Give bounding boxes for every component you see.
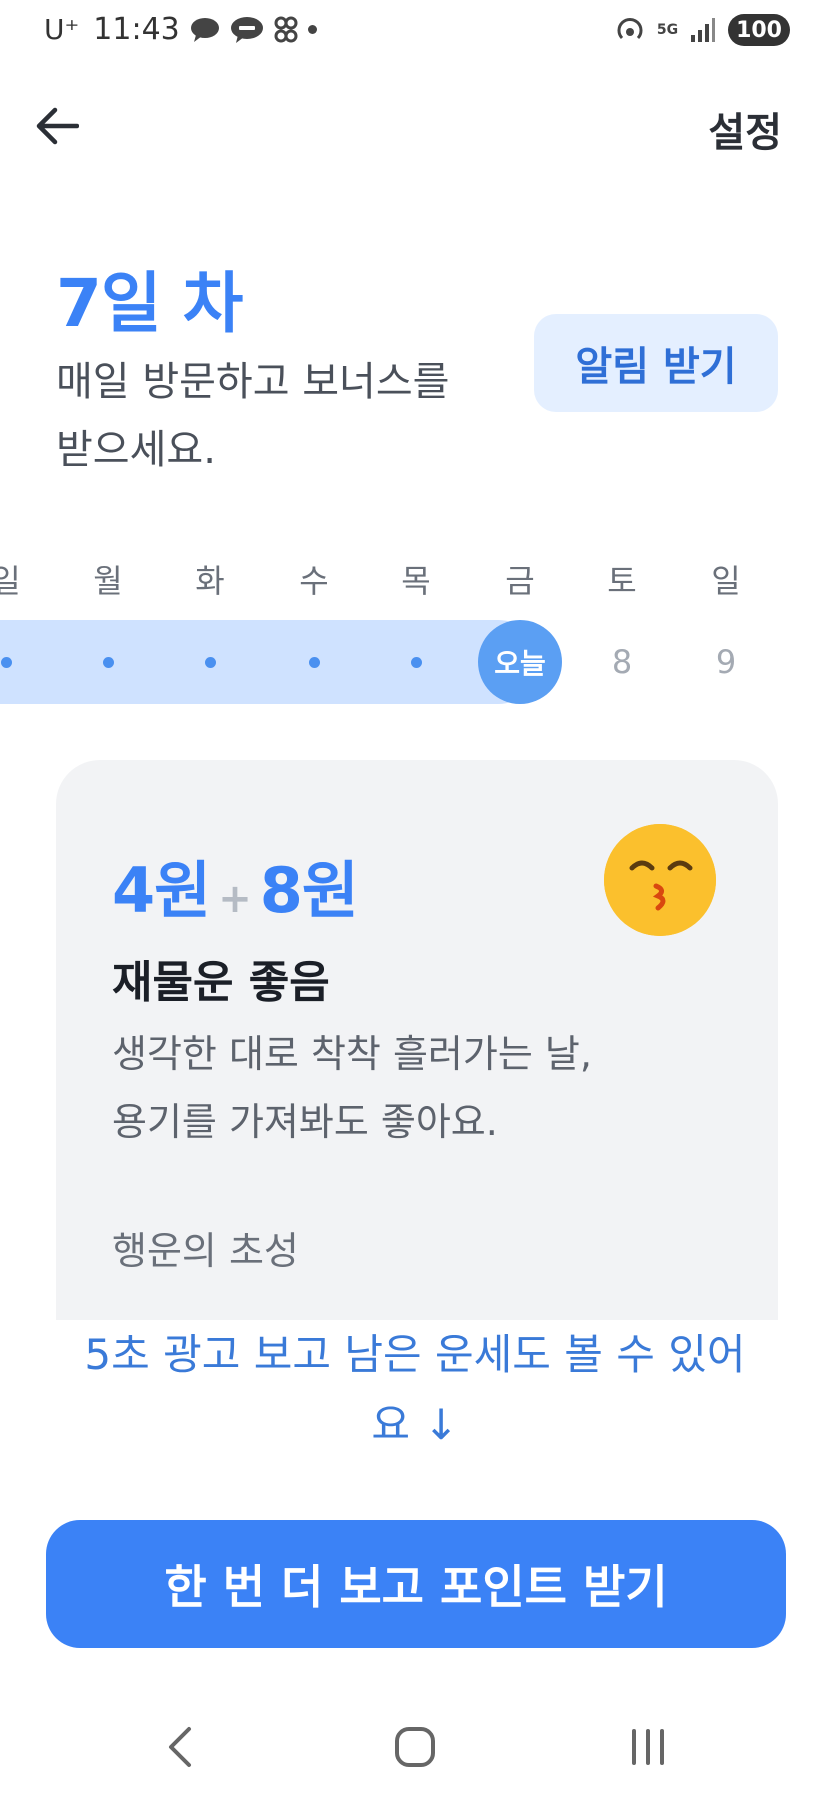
weekday-label: 일 [711, 562, 741, 600]
weekday-label: 목 [401, 562, 431, 600]
hotspot-icon [615, 16, 645, 44]
nav-home-button[interactable] [375, 1712, 455, 1782]
fortune-line: 생각한 대로 착착 흘러가는 날, [112, 1032, 592, 1076]
kakaotalk-icon [230, 16, 264, 44]
lucky-initials-label: 행운의 초성 [112, 1229, 299, 1273]
hero-subtitle: 매일 방문하고 보너스를 받으세요. [56, 359, 450, 473]
settings-button[interactable]: 설정 [708, 100, 782, 158]
network-5g-icon: 5G [657, 23, 678, 37]
today-marker: 오늘 [478, 620, 562, 704]
fortune-description: 생각한 대로 착착 흘러가는 날, 용기를 가져봐도 좋아요. [112, 1020, 712, 1156]
weekday-label: 월 [93, 562, 123, 600]
reward-base: 4원 [112, 854, 211, 927]
reward-bonus: 8원 [259, 854, 359, 927]
carrier-label: U⁺ [44, 13, 80, 46]
status-right: 5G 100 [615, 14, 790, 46]
notify-button[interactable]: 알림 받기 [534, 314, 778, 412]
future-day-number: 8 [611, 643, 633, 681]
day-streak-title: 7일 차 [56, 265, 243, 342]
lucky-initials-value: ㅈㄷ [112, 1298, 193, 1320]
weekday-label: 금 [505, 562, 535, 600]
status-time: 11:43 [93, 12, 180, 47]
nav-back-button[interactable] [140, 1712, 220, 1782]
signal-icon [690, 17, 716, 43]
visited-day-dot [180, 620, 240, 704]
watch-ad-points-button[interactable]: 한 번 더 보고 포인트 받기 [46, 1520, 786, 1648]
visited-day-dot [386, 620, 446, 704]
system-nav-bar [0, 1700, 830, 1798]
week-day-labels: 일 월 화 수 목 금 토 일 [0, 556, 830, 604]
fortune-line: 용기를 가져봐도 좋아요. [112, 1100, 498, 1144]
more-dot-icon [307, 25, 317, 34]
fortune-card: 4원 + 8원 재물운 좋음 생각한 대로 착착 흘러가는 날, 용기를 가져봐… [56, 760, 778, 1320]
future-day-number: 9 [715, 643, 737, 681]
status-left: U⁺ 11:43 [44, 12, 317, 47]
visited-day-dot [0, 620, 36, 704]
fortune-title: 재물운 좋음 [112, 957, 330, 1008]
kissing-face-icon [604, 824, 716, 936]
arrow-left-icon [36, 107, 79, 145]
weekday-label: 토 [607, 562, 637, 600]
battery-indicator: 100 [728, 14, 790, 46]
reward-amount: 4원 + 8원 [112, 840, 359, 930]
nav-recents-button[interactable] [608, 1712, 688, 1782]
ad-unlock-message: 5초 광고 보고 남은 운세도 볼 수 있어요 ↓ [84, 1330, 746, 1449]
weekday-label: 화 [195, 562, 225, 600]
future-day: 9 [696, 620, 756, 704]
reward-plus: + [218, 876, 252, 922]
back-button[interactable] [26, 96, 86, 156]
visited-day-dot [284, 620, 344, 704]
future-day: 8 [592, 620, 652, 704]
nav-back-icon [169, 1727, 191, 1767]
status-bar: U⁺ 11:43 5G 100 [0, 0, 830, 62]
weekday-label: 일 [0, 562, 21, 600]
visited-day-dot [78, 620, 138, 704]
nav-home-icon [395, 1727, 435, 1767]
chat-bubble-icon [190, 17, 220, 43]
weekday-label: 수 [299, 562, 329, 600]
network-label: 5G [656, 22, 679, 38]
app-icon [274, 16, 298, 44]
nav-recents-icon [632, 1729, 664, 1765]
